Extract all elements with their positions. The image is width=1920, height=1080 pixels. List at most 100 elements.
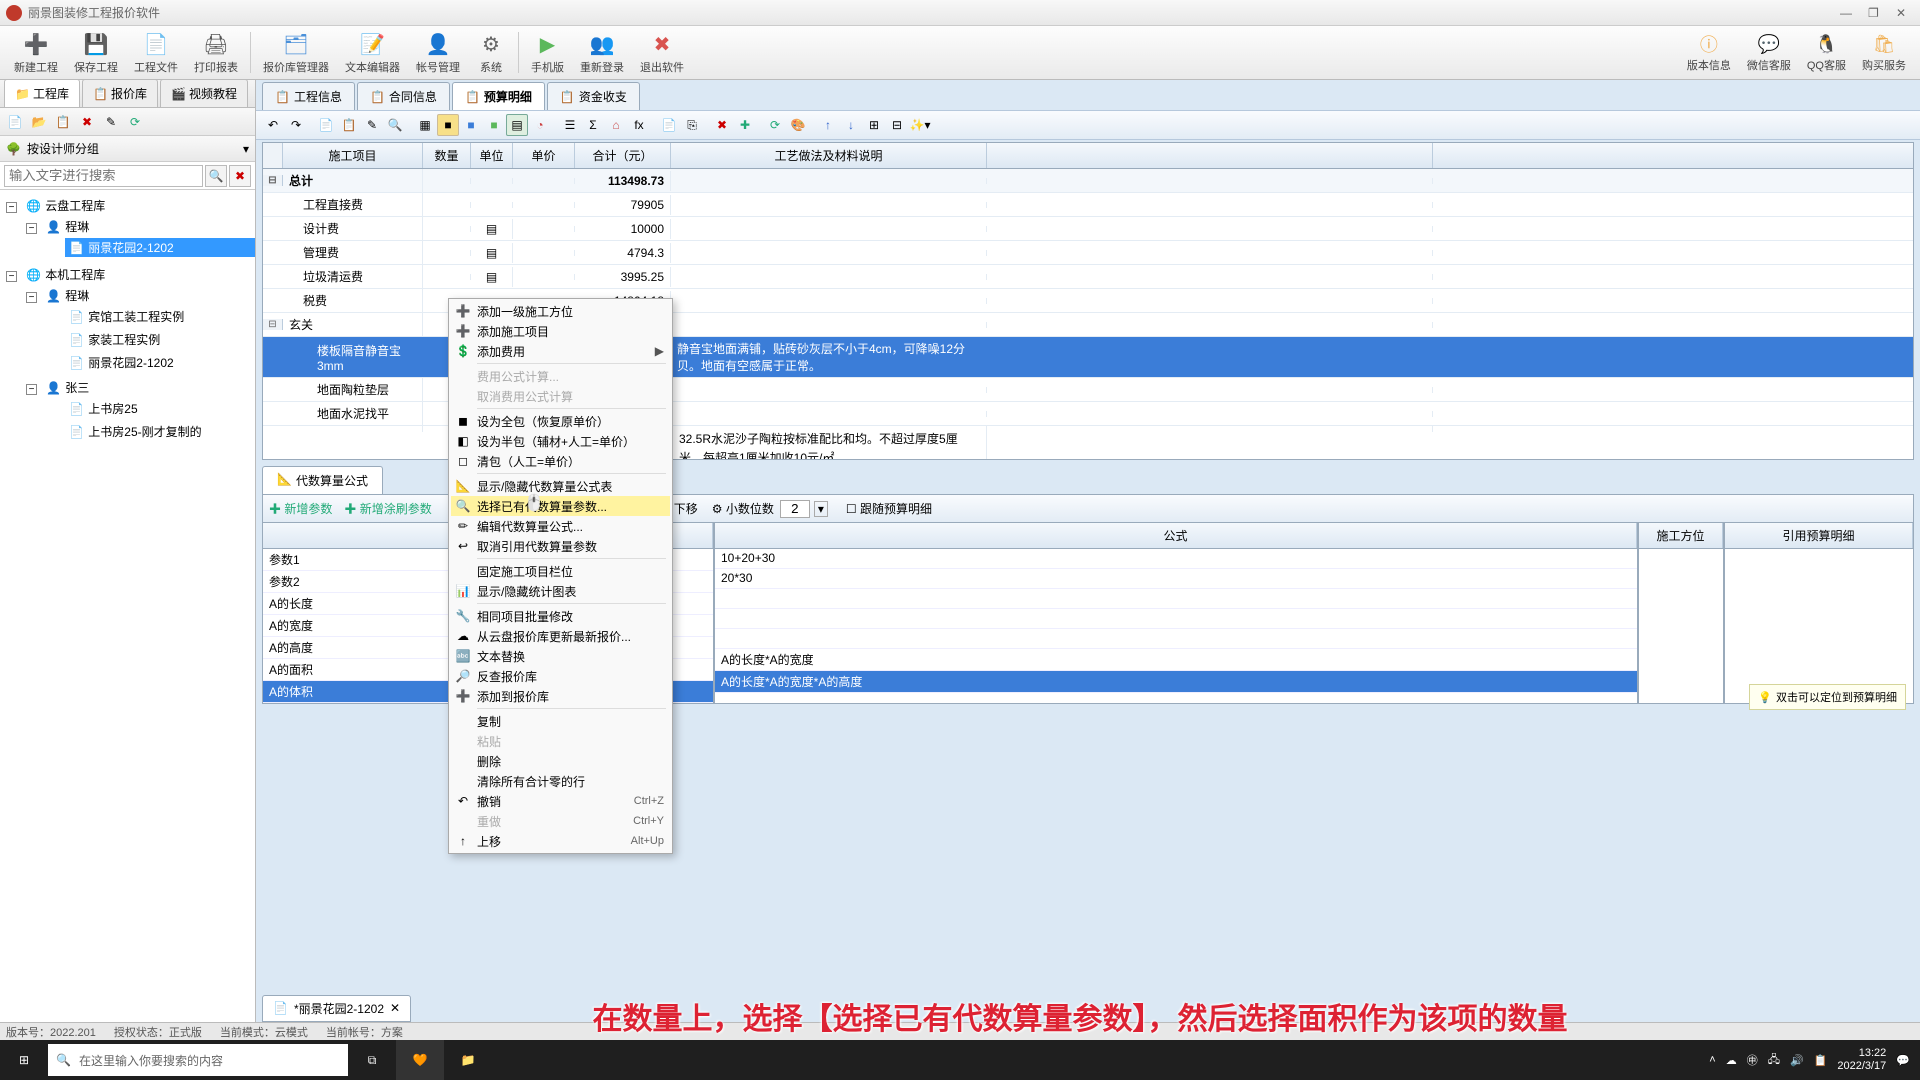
ctx-删除[interactable]: 删除 — [451, 751, 670, 771]
cell-desc[interactable]: 静音宝地面满铺，贴砖砂灰层不小于4cm，可降噪12分贝。地面有空感属于正常。 — [671, 337, 987, 377]
doc-close-icon[interactable]: ✕ — [390, 1001, 400, 1015]
formula-row[interactable]: A的长度*A的宽度 — [715, 649, 1637, 671]
rt-color3-icon[interactable]: ■ — [483, 114, 505, 136]
rt-del-icon[interactable]: ✖ — [711, 114, 733, 136]
cell-unit[interactable]: ▤ — [471, 243, 513, 263]
tree-folder[interactable]: 👤张三 — [42, 378, 93, 397]
formula-row[interactable] — [715, 629, 1637, 649]
cell-desc[interactable] — [671, 387, 987, 393]
sidebar-tab-报价库[interactable]: 📋报价库 — [82, 79, 158, 107]
cell-desc[interactable] — [671, 274, 987, 280]
section-tab-合同信息[interactable]: 📋合同信息 — [357, 82, 450, 110]
cell-unit[interactable] — [471, 178, 513, 184]
rt-plus-icon[interactable]: ⊞ — [863, 114, 885, 136]
tree-expander[interactable]: − — [26, 384, 37, 395]
rt-down-icon[interactable]: ↓ — [840, 114, 862, 136]
cell-name[interactable]: 工程直接费 — [283, 193, 423, 216]
cell-total[interactable]: 113498.73 — [575, 171, 671, 191]
tree-folder[interactable]: 👤程琳 — [42, 286, 93, 305]
cell-unit[interactable]: ▤ — [471, 267, 513, 287]
tree-item[interactable]: 📄丽景花园2-1202 — [65, 238, 255, 257]
col-desc[interactable]: 工艺做法及材料说明 — [671, 143, 987, 168]
sidebar-tab-工程库[interactable]: 📁工程库 — [4, 79, 80, 107]
group-by-row[interactable]: 🌳 按设计师分组 ▾ — [0, 136, 255, 162]
clear-search-button[interactable]: ✖ — [229, 165, 251, 187]
qq-cs[interactable]: 🐧 QQ客服 — [1799, 30, 1854, 75]
tree-item[interactable]: 📄上书房25-刚才复制的 — [65, 422, 205, 441]
rt-ins-icon[interactable]: ✚ — [734, 114, 756, 136]
quote-lib-mgr[interactable]: 🗂 报价库管理器 — [255, 28, 337, 77]
ctx-编辑代数算量公式...[interactable]: ✏ 编辑代数算量公式... — [451, 516, 670, 536]
cell-total[interactable]: 10000 — [575, 219, 671, 239]
cell-qty[interactable] — [423, 178, 471, 184]
col-blank[interactable] — [987, 143, 1433, 168]
rt-block-icon[interactable]: ⎘ — [681, 114, 703, 136]
cell-desc[interactable] — [671, 250, 987, 256]
rt-redo-icon[interactable]: ↷ — [285, 114, 307, 136]
tree-expander[interactable]: − — [26, 292, 37, 303]
cell-name[interactable]: 总计 — [283, 169, 423, 192]
tray-lang-icon[interactable]: ㊥ — [1747, 1052, 1758, 1068]
tree-expander[interactable]: − — [26, 223, 37, 234]
cell-total[interactable]: 3995.25 — [575, 267, 671, 287]
context-menu[interactable]: ➕ 添加一级施工方位 ➕ 添加施工项目 💲 添加费用 ▶ 费用公式计算... 取… — [448, 298, 673, 854]
ctx-添加到报价库[interactable]: ➕ 添加到报价库 — [451, 686, 670, 706]
col-price[interactable]: 单价 — [513, 143, 575, 168]
add-paint-param-button[interactable]: ✚ 新增涂刷参数 — [344, 500, 431, 517]
ctx-显示/隐藏代数算量公式表[interactable]: 📐 显示/隐藏代数算量公式表 — [451, 476, 670, 496]
col-name[interactable]: 施工项目 — [283, 143, 423, 168]
tray-vol-icon[interactable]: 🔊 — [1790, 1054, 1804, 1067]
system[interactable]: ⚙ 系统 — [468, 28, 514, 77]
decimal-input[interactable] — [780, 500, 810, 518]
task-view-button[interactable]: ⧉ — [348, 1040, 396, 1080]
cell-desc[interactable] — [671, 178, 987, 184]
save-project[interactable]: 💾 保存工程 — [66, 28, 126, 77]
grid-row[interactable]: 设计费▤10000 — [263, 217, 1913, 241]
rt-color1-icon[interactable]: ■ — [437, 114, 459, 136]
tree-item[interactable]: 📄上书房25 — [65, 399, 141, 418]
formula-row[interactable]: A的长度*A的宽度*A的高度 — [715, 671, 1637, 693]
task-app2[interactable]: 📁 — [444, 1040, 492, 1080]
cell-name[interactable]: 地面水泥找平 — [283, 402, 423, 425]
rt-calc-icon[interactable]: fx — [628, 114, 650, 136]
rt-detail-icon[interactable]: ▤ — [506, 114, 528, 136]
maximize-button[interactable]: ❐ — [1868, 6, 1882, 20]
cell-name[interactable]: 垃圾清运费 — [283, 265, 423, 288]
plan-column[interactable]: 施工方位 — [1638, 522, 1724, 704]
ctx-清包（人工=单价）[interactable]: ◻ 清包（人工=单价） — [451, 451, 670, 471]
formula-row[interactable] — [715, 609, 1637, 629]
version-info[interactable]: ⓘ 版本信息 — [1679, 30, 1739, 75]
close-button[interactable]: ✕ — [1896, 6, 1910, 20]
ref-budget-column[interactable]: 引用预算明细 — [1724, 522, 1914, 704]
tb-edit-icon[interactable]: ✎ — [100, 111, 122, 133]
rt-edit-icon[interactable]: ✎ — [361, 114, 383, 136]
search-button[interactable]: 🔍 — [205, 165, 227, 187]
notification-icon[interactable]: 💬 — [1896, 1054, 1910, 1067]
ctx-相同项目批量修改[interactable]: 🔧 相同项目批量修改 — [451, 606, 670, 626]
cell-price[interactable] — [513, 274, 575, 280]
ctx-上移[interactable]: ↑ 上移 Alt+Up — [451, 831, 670, 851]
ctx-选择已有代数算量参数...[interactable]: 🔍 选择已有代数算量参数... — [451, 496, 670, 516]
ctx-复制[interactable]: 复制 — [451, 711, 670, 731]
cell-total[interactable]: 79905 — [575, 195, 671, 215]
rt-find-icon[interactable]: 🔍 — [384, 114, 406, 136]
ctx-添加施工项目[interactable]: ➕ 添加施工项目 — [451, 321, 670, 341]
ctx-取消引用代数算量参数[interactable]: ↩ 取消引用代数算量参数 — [451, 536, 670, 556]
cell-unit[interactable]: ▤ — [471, 219, 513, 239]
cell-name[interactable]: 税费 — [283, 289, 423, 312]
col-qty[interactable]: 数量 — [423, 143, 471, 168]
cell-qty[interactable] — [423, 274, 471, 280]
cell-qty[interactable] — [423, 250, 471, 256]
cell-desc[interactable] — [671, 298, 987, 304]
relogin[interactable]: 👥 重新登录 — [572, 28, 632, 77]
tray-cloud-icon[interactable]: ☁ — [1726, 1054, 1737, 1067]
sidebar-search-input[interactable] — [4, 165, 203, 187]
tray-net-icon[interactable]: 🖧 — [1768, 1051, 1780, 1070]
ctx-添加一级施工方位[interactable]: ➕ 添加一级施工方位 — [451, 301, 670, 321]
tb-open-icon[interactable]: 📂 — [28, 111, 50, 133]
cell-name[interactable]: 管理费 — [283, 241, 423, 264]
sidebar-tab-视频教程[interactable]: 🎬视频教程 — [160, 79, 248, 107]
col-total[interactable]: 合计（元） — [575, 143, 671, 168]
ctx-从云盘报价库更新最新报价...[interactable]: ☁ 从云盘报价库更新最新报价... — [451, 626, 670, 646]
formula-tab[interactable]: 📐 代数算量公式 — [262, 466, 383, 494]
